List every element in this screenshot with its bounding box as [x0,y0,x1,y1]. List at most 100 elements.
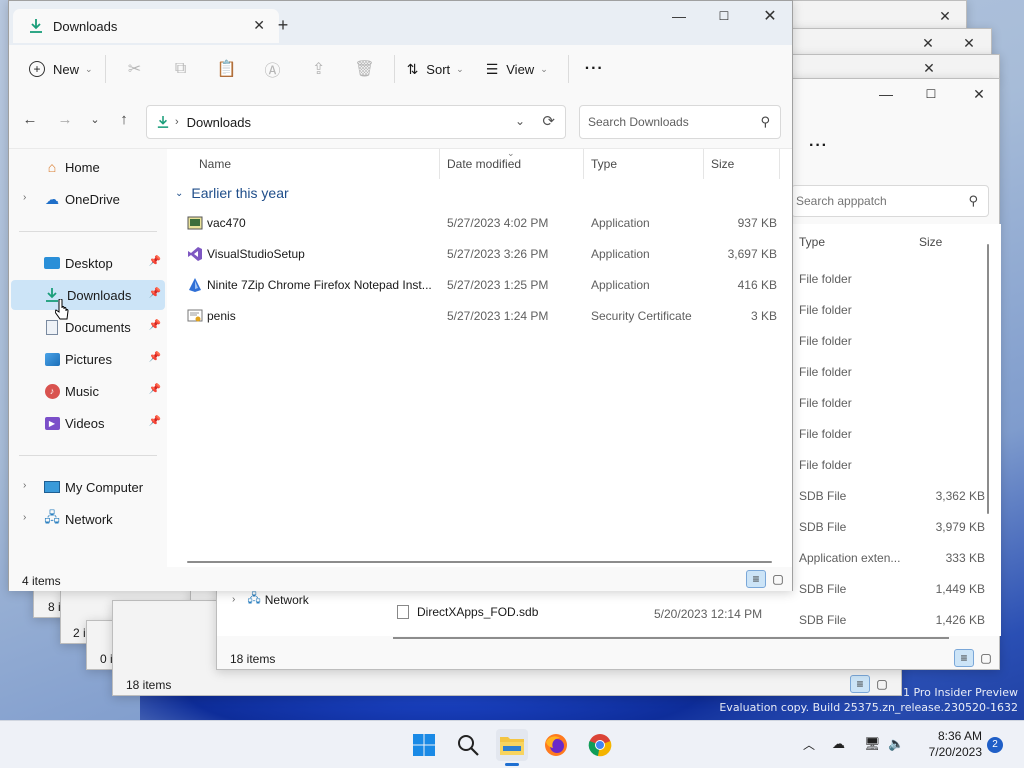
tiles-view-button[interactable]: ▢ [872,675,892,693]
file-size: 3 KB [750,309,777,323]
chevron-up-icon[interactable]: ︿ [803,736,815,753]
more-options-button[interactable]: ··· [809,137,828,155]
search-button[interactable] [452,729,484,761]
view-button[interactable]: ☰ View ⌄ [480,53,554,85]
recent-locations-chevron-icon[interactable]: ⌄ [85,113,105,126]
clock[interactable]: 8:36 AM 7/20/2023 [918,728,982,760]
close-icon[interactable]: ✕ [748,1,792,31]
sidebar-item-documents[interactable]: Documents 📌 [11,312,165,342]
close-icon[interactable]: ✕ [923,1,967,31]
chevron-down-icon[interactable]: ⌄ [515,114,525,128]
downloads-window[interactable]: Downloads ✕ + — ☐ ✕ + New ⌄ ✂ ⧉ 📋 Ⓐ ⇪ 🗑 … [8,0,793,591]
breadcrumb-chevron-icon[interactable]: › [175,116,179,128]
cloud-sync-off-icon[interactable]: ☁ [832,736,845,752]
chevron-right-icon[interactable]: › [23,480,26,491]
tiles-view-button[interactable]: ▢ [976,649,996,667]
file-row[interactable]: DirectXApps_FOD.sdb [397,605,538,619]
chevron-right-icon[interactable]: › [232,594,235,605]
breadcrumb-downloads[interactable]: Downloads [187,115,251,130]
maximize-icon[interactable]: ☐ [909,79,953,109]
paste-icon[interactable]: 📋 [204,59,250,79]
chevron-right-icon[interactable]: › [23,192,26,203]
tiles-view-button[interactable]: ▢ [768,570,788,588]
sidebar-item-onedrive[interactable]: › ☁ OneDrive [11,184,165,214]
share-icon[interactable]: ⇪ [296,59,342,79]
horizontal-scrollbar[interactable] [393,637,949,639]
volume-icon[interactable]: 🔈 [888,736,904,752]
close-icon[interactable]: ✕ [957,79,1001,109]
bg-window-2[interactable]: ✕ ✕ [760,28,992,56]
address-bar[interactable]: › Downloads ⌄ ⟳ [146,105,566,139]
search-input[interactable] [588,115,748,129]
minimize-icon[interactable]: — [657,1,701,31]
pin-icon[interactable]: 📌 [149,352,161,363]
tab-downloads[interactable]: Downloads ✕ [13,9,279,43]
minimize-icon[interactable]: — [864,79,908,109]
start-button[interactable] [408,729,440,761]
file-row[interactable]: Ninite 7Zip Chrome Firefox Notepad Inst.… [167,270,792,300]
sidebar-item-videos[interactable]: ▶ Videos 📌 [11,408,165,438]
pin-icon[interactable]: 📌 [149,320,161,331]
rename-icon[interactable]: Ⓐ [250,57,296,81]
column-header-date[interactable]: Date modified [447,157,521,171]
file-row[interactable]: penis 5/27/2023 1:24 PM Security Certifi… [167,301,792,331]
new-tab-button[interactable]: + [273,15,293,36]
file-row[interactable]: SDB File 1,426 KB [217,605,1001,635]
pin-icon[interactable]: 📌 [149,384,161,395]
pin-icon[interactable]: 📌 [149,416,161,427]
title-bar[interactable]: Downloads ✕ + — ☐ ✕ [9,1,792,49]
search-icon[interactable]: ⚲ [968,193,978,209]
column-divider[interactable] [703,149,704,179]
sidebar-item-network[interactable]: › 🖧 Network [232,589,309,610]
back-arrow-icon[interactable]: ← [20,111,40,128]
column-divider[interactable] [583,149,584,179]
group-header[interactable]: ⌄ Earlier this year [175,185,289,201]
bg-window-3[interactable]: ✕ [760,54,1000,80]
firefox-taskbar-button[interactable] [540,729,572,761]
chrome-taskbar-button[interactable] [584,729,616,761]
sort-button[interactable]: ⇅ Sort ⌄ [401,53,470,85]
cut-icon[interactable]: ✂ [112,59,158,79]
sidebar-item-downloads[interactable]: Downloads 📌 [11,280,165,310]
column-header-size[interactable]: Size [919,235,942,249]
apppatch-search-box[interactable]: ⚲ [791,185,989,217]
file-row[interactable]: VisualStudioSetup 5/27/2023 3:26 PM Appl… [167,239,792,269]
search-icon[interactable]: ⚲ [760,114,770,130]
column-header-name[interactable]: Name [199,157,231,171]
maximize-icon[interactable]: ☐ [702,1,746,31]
up-arrow-icon[interactable]: ↑ [114,111,134,128]
sidebar-item-my-computer[interactable]: › My Computer [11,472,165,502]
sidebar-item-music[interactable]: ♪ Music 📌 [11,376,165,406]
column-header-size[interactable]: Size [711,157,734,171]
chevron-down-icon[interactable]: ⌄ [175,188,183,199]
pin-icon[interactable]: 📌 [149,256,161,267]
details-view-button[interactable]: ≡ [954,649,974,667]
details-view-button[interactable]: ≡ [746,570,766,588]
column-header-type[interactable]: Type [799,235,825,249]
apppatch-search-input[interactable] [796,194,956,208]
forward-arrow-icon[interactable]: → [55,111,75,128]
refresh-icon[interactable]: ⟳ [542,112,555,130]
sidebar-item-network[interactable]: › 🖧 Network [11,504,165,534]
vertical-scrollbar[interactable] [987,244,989,514]
new-button[interactable]: + New ⌄ [23,53,99,85]
pin-icon[interactable]: 📌 [149,288,161,299]
more-options-button[interactable]: ··· [579,53,610,85]
sidebar-item-desktop[interactable]: Desktop 📌 [11,248,165,278]
file-row[interactable]: vac470 5/27/2023 4:02 PM Application 937… [167,208,792,238]
sidebar-item-home[interactable]: ⌂ Home [11,152,165,182]
details-view-button[interactable]: ≡ [850,675,870,693]
column-divider[interactable] [779,149,780,179]
close-tab-icon[interactable]: ✕ [253,17,265,34]
copy-icon[interactable]: ⧉ [158,60,204,78]
sidebar-item-pictures[interactable]: Pictures 📌 [11,344,165,374]
chevron-right-icon[interactable]: › [23,512,26,523]
notification-badge[interactable]: 2 [987,737,1003,753]
column-header-type[interactable]: Type [591,157,617,171]
search-box[interactable]: ⚲ [579,105,781,139]
file-explorer-taskbar-button[interactable] [496,729,528,766]
delete-icon[interactable]: 🗑 [342,59,388,79]
network-status-icon[interactable]: 🖥 [864,736,881,752]
horizontal-scrollbar[interactable] [187,561,772,563]
column-divider[interactable] [439,149,440,179]
